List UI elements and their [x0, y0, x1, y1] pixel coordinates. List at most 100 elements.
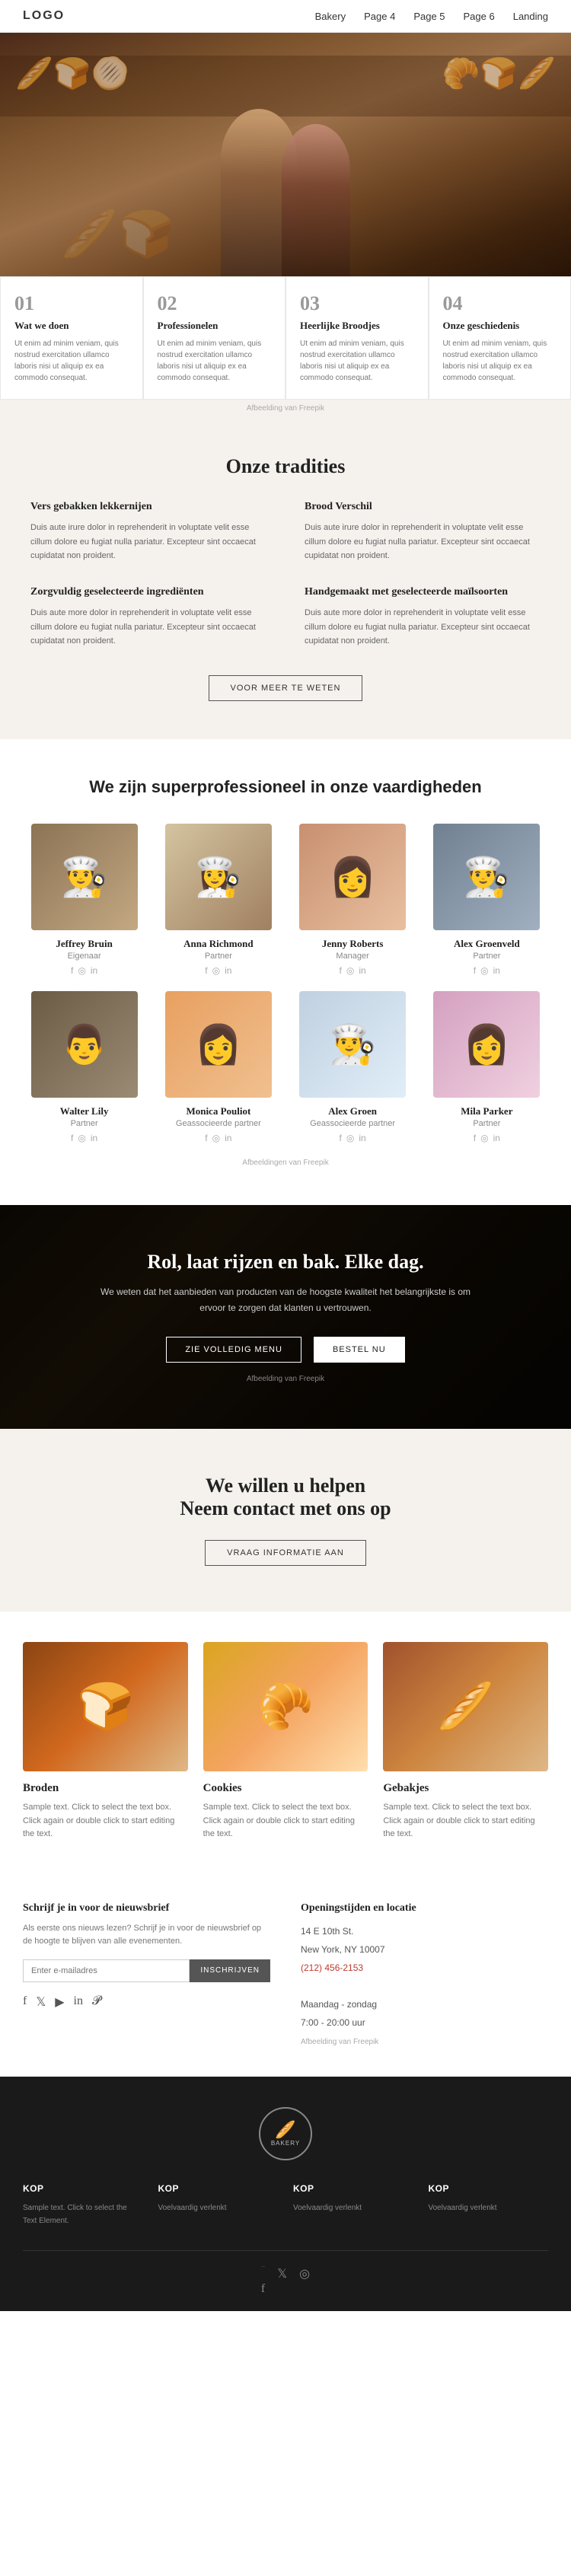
team-social-5: f ◎ in	[157, 1133, 279, 1143]
footer-col-heading-1: Kop	[158, 2183, 279, 2194]
linkedin-icon[interactable]: in	[359, 1133, 365, 1143]
footer-logo-text: Bakery	[271, 2140, 300, 2147]
team-name-1: Anna Richmond	[157, 938, 279, 950]
feature-title-1: Professionelen	[158, 320, 272, 332]
dark-buttons: ZIE VOLLEDIG MENU BESTEL NU	[30, 1337, 541, 1363]
linkedin-icon[interactable]: in	[91, 965, 97, 976]
instagram-icon[interactable]: ◎	[212, 1133, 220, 1143]
instagram-icon[interactable]: ◎	[78, 965, 85, 976]
linkedin-icon[interactable]: in	[493, 1133, 500, 1143]
team-credit: Afbeeldingen van Freepik	[23, 1159, 548, 1167]
instagram-icon[interactable]: ◎	[346, 1133, 354, 1143]
newsletter-input[interactable]	[23, 1959, 190, 1982]
product-item-0: 🍞 Broden Sample text. Click to select th…	[23, 1642, 188, 1841]
contact-heading-line2: Neem contact met ons op	[30, 1497, 541, 1520]
instagram-icon[interactable]: ◎	[480, 965, 488, 976]
contact-heading: We willen u helpen Neem contact met ons …	[30, 1475, 541, 1520]
feature-card-0: 01 Wat we doen Ut enim ad minim veniam, …	[0, 276, 143, 400]
team-name-6: Alex Groen	[292, 1105, 414, 1117]
team-member-2: 👩 Jenny Roberts Manager f ◎ in	[292, 824, 414, 976]
product-name-0: Broden	[23, 1782, 188, 1795]
contact-heading-line1: We willen u helpen	[30, 1475, 541, 1497]
footer-col-text-3: Voelvaardig verlenkt	[429, 2201, 549, 2214]
facebook-icon[interactable]: f	[340, 965, 342, 976]
facebook-icon[interactable]: f	[71, 1133, 73, 1143]
facebook-icon[interactable]: f	[340, 1133, 342, 1143]
facebook-icon[interactable]: f	[71, 965, 73, 976]
instagram-icon[interactable]: ◎	[212, 965, 220, 976]
instagram-icon[interactable]: ◎	[480, 1133, 488, 1143]
facebook-icon[interactable]: f	[205, 1133, 207, 1143]
opening-phone[interactable]: (212) 456-2153	[301, 1962, 363, 1973]
nav-bakery[interactable]: Bakery	[315, 11, 346, 22]
footer-col-2: Kop Voelvaardig verlenkt	[293, 2183, 413, 2227]
team-social-2: f ◎ in	[292, 965, 414, 976]
tradities-title-3: Handgemaakt met geselecteerde maïlsoorte…	[305, 586, 541, 598]
team-photo-2: 👩	[299, 824, 406, 930]
footer-col-3: Kop Voelvaardig verlenkt	[429, 2183, 549, 2227]
team-role-3: Partner	[426, 952, 548, 961]
opening-address: 14 E 10th St. New York, NY 10007 (212) 4…	[301, 1922, 548, 2032]
facebook-icon[interactable]: f	[474, 965, 476, 976]
contact-section: We willen u helpen Neem contact met ons …	[0, 1429, 571, 1612]
nav-landing[interactable]: Landing	[513, 11, 548, 22]
team-name-5: Monica Pouliot	[157, 1105, 279, 1117]
tradities-text-2: Duis aute more dolor in reprehenderit in…	[30, 606, 266, 649]
team-photo-5: 👩	[165, 991, 272, 1098]
team-social-3: f ◎ in	[426, 965, 548, 976]
nav-page6[interactable]: Page 6	[464, 11, 495, 22]
linkedin-icon[interactable]: in	[225, 965, 231, 976]
footer-twitter-icon[interactable]: 𝕏	[277, 2266, 287, 2296]
linkedin-social-icon[interactable]: in	[74, 1994, 83, 2010]
menu-button[interactable]: ZIE VOLLEDIG MENU	[166, 1337, 301, 1363]
nav-page5[interactable]: Page 5	[413, 11, 445, 22]
feature-number-3: 04	[443, 292, 557, 315]
newsletter-form: INSCHRIJVEN	[23, 1959, 270, 1982]
tradities-heading: Onze tradities	[30, 455, 541, 478]
team-photo-3: 👨‍🍳	[433, 824, 540, 930]
nav-logo[interactable]: logo	[23, 9, 65, 23]
linkedin-icon[interactable]: in	[91, 1133, 97, 1143]
facebook-social-icon[interactable]: f	[23, 1994, 27, 2010]
tradities-text-3: Duis aute more dolor in reprehenderit in…	[305, 606, 541, 649]
linkedin-icon[interactable]: in	[493, 965, 500, 976]
team-social-1: f ◎ in	[157, 965, 279, 976]
team-social-4: f ◎ in	[23, 1133, 145, 1143]
facebook-icon[interactable]: f	[205, 965, 207, 976]
team-name-4: Walter Lily	[23, 1105, 145, 1117]
youtube-social-icon[interactable]: ▶	[55, 1994, 64, 2010]
tradities-item-3: Handgemaakt met geselecteerde maïlsoorte…	[305, 586, 541, 649]
linkedin-icon[interactable]: in	[359, 965, 365, 976]
nav-page4[interactable]: Page 4	[364, 11, 395, 22]
tradities-button[interactable]: VOOR MEER TE WETEN	[209, 675, 363, 701]
team-grid: 👨‍🍳 Jeffrey Bruin Eigenaar f ◎ in 👩‍🍳 An…	[23, 824, 548, 1143]
linkedin-icon[interactable]: in	[225, 1133, 231, 1143]
team-section: We zijn superprofessioneel in onze vaard…	[0, 739, 571, 1205]
product-desc-0: Sample text. Click to select the text bo…	[23, 1801, 188, 1841]
pinterest-social-icon[interactable]: 𝓟	[92, 1994, 101, 2010]
footer-col-1: Kop Voelvaardig verlenkt	[158, 2183, 279, 2227]
twitter-social-icon[interactable]: 𝕏	[36, 1994, 46, 2010]
team-role-7: Partner	[426, 1119, 548, 1128]
bestel-button[interactable]: BESTEL NU	[314, 1337, 405, 1363]
team-name-3: Alex Groenveld	[426, 938, 548, 950]
tradities-section: Onze tradities Vers gebakken lekkernijen…	[0, 417, 571, 739]
tradities-text-1: Duis aute irure dolor in reprehenderit i…	[305, 521, 541, 563]
instagram-icon[interactable]: ◎	[346, 965, 354, 976]
feature-card-3: 04 Onze geschiedenis Ut enim ad minim ve…	[429, 276, 571, 400]
newsletter-button[interactable]: INSCHRIJVEN	[190, 1959, 270, 1982]
tradities-btn-wrap: VOOR MEER TE WETEN	[30, 675, 541, 701]
address-line2: New York, NY 10007	[301, 1944, 385, 1955]
footer-instagram-icon[interactable]: ◎	[299, 2266, 310, 2296]
opening-time: 7:00 - 20:00 uur	[301, 2017, 365, 2028]
feature-card-2: 03 Heerlijke Broodjes Ut enim ad minim v…	[286, 276, 429, 400]
footer-facebook-icon[interactable]: f	[261, 2266, 265, 2296]
opening-credit: Afbeelding van Freepik	[301, 2038, 548, 2046]
contact-button[interactable]: VRAAG INFORMATIE AAN	[205, 1540, 366, 1566]
feature-text-2: Ut enim ad minim veniam, quis nostrud ex…	[300, 338, 414, 384]
footer: 🥖 Bakery Kop Sample text. Click to selec…	[0, 2077, 571, 2311]
instagram-icon[interactable]: ◎	[78, 1133, 85, 1143]
team-photo-6: 👨‍🍳	[299, 991, 406, 1098]
team-photo-0: 👨‍🍳	[31, 824, 138, 930]
facebook-icon[interactable]: f	[474, 1133, 476, 1143]
